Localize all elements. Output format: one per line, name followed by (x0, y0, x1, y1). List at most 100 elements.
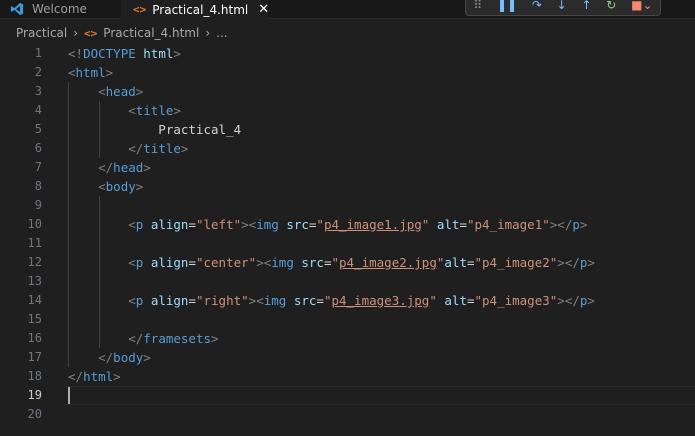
breadcrumb-folder[interactable]: Practical (16, 26, 67, 40)
code-token-bracket: < (128, 217, 136, 232)
code-line[interactable]: 5 Practical_4 (0, 120, 695, 139)
code-line[interactable]: 9 (0, 196, 695, 215)
code-token-tag: img (271, 255, 294, 270)
chevron-right-icon: › (205, 26, 211, 40)
code-token-bracket: < (68, 65, 76, 80)
step-out-icon[interactable]: ↑ (581, 0, 591, 12)
step-into-icon[interactable]: ↓ (557, 0, 567, 12)
code-token-text: = (188, 293, 196, 308)
code-text: <body> (68, 177, 143, 196)
stop-icon[interactable]: ■⌄ (631, 0, 652, 12)
vscode-logo-icon (10, 2, 24, 16)
code-token-bracket: > (587, 293, 595, 308)
current-line-highlight (64, 386, 695, 405)
line-number: 20 (27, 407, 42, 421)
code-line[interactable]: 8 <body> (0, 177, 695, 196)
code-line[interactable]: 13 (0, 272, 695, 291)
code-token-bracket: > (173, 46, 181, 61)
code-text: <head> (68, 82, 143, 101)
code-token-tag: img (256, 217, 279, 232)
step-over-icon[interactable]: ↷ (532, 0, 542, 12)
code-token-tag: framesets (143, 331, 212, 346)
code-line[interactable]: 12 <p align="center"><img src="p4_image2… (0, 253, 695, 272)
code-text: </framesets> (68, 329, 219, 348)
code-token-bracket: < (128, 255, 136, 270)
code-line[interactable]: 20 (0, 405, 695, 424)
close-icon[interactable]: ✕ (258, 2, 269, 17)
code-token-bracket: </ (98, 350, 114, 365)
code-line[interactable]: 2 <html> (0, 63, 695, 82)
code-token-attr: html (143, 46, 174, 61)
breadcrumb-file[interactable]: Practical_4.html (103, 26, 199, 40)
code-token-link[interactable]: p4_image3.jpg (331, 293, 429, 308)
drag-handle-icon[interactable]: ⠿ (473, 0, 482, 12)
code-text: </body> (68, 348, 151, 367)
code-token-bracket: > (587, 255, 595, 270)
code-token-bracket: < (98, 84, 106, 99)
code-token-bracket: > (579, 217, 588, 232)
line-number: 16 (27, 331, 42, 345)
code-token-text: = (188, 255, 196, 270)
code-token-link[interactable]: p4_image1.jpg (324, 217, 422, 232)
code-text: </title> (68, 139, 188, 158)
code-token-attr: align (150, 217, 189, 232)
code-line[interactable]: 17 </body> (0, 348, 695, 367)
code-token-text: = (316, 293, 324, 308)
line-number: 4 (34, 103, 42, 117)
code-token-tag: DOCTYPE (83, 46, 136, 61)
line-number: 19 (27, 388, 42, 402)
code-line[interactable]: 3 <head> (0, 82, 695, 101)
code-line[interactable]: 14 <p align="right"><img src="p4_image3.… (0, 291, 695, 310)
code-token-str: "center" (195, 255, 257, 270)
code-line[interactable]: 11 (0, 234, 695, 253)
line-number: 1 (34, 46, 42, 60)
code-token-str: " (331, 255, 340, 270)
code-token-str: "p4_image3" (474, 293, 558, 308)
text-cursor (68, 387, 70, 404)
breadcrumb-more[interactable]: ... (216, 26, 227, 40)
code-line[interactable]: 7 </head> (0, 158, 695, 177)
code-token-bracket: </ (68, 369, 84, 384)
line-number: 7 (34, 160, 42, 174)
code-text: <html> (68, 63, 113, 82)
code-line[interactable]: 4 <title> (0, 101, 695, 120)
code-token-str: " (429, 293, 437, 308)
code-editor[interactable]: 1 <!DOCTYPE html> 2 <html> 3 <head> 4 <title>… (0, 44, 695, 436)
code-line[interactable]: 1 <!DOCTYPE html> (0, 44, 695, 63)
code-text: Practical_4 (68, 120, 241, 139)
code-line[interactable]: 10 <p align="left"><img src="p4_image1.j… (0, 215, 695, 234)
code-token-tag: p (572, 217, 580, 232)
code-token-str: "p4_image1" (466, 217, 550, 232)
code-line[interactable]: 6 </title> (0, 139, 695, 158)
code-token-link[interactable]: p4_image2.jpg (339, 255, 437, 270)
tab-welcome-label: Welcome (32, 2, 87, 16)
code-token-bracket: < (128, 293, 136, 308)
code-token-bracket: </ (98, 160, 114, 175)
code-token-tag: body (113, 350, 144, 365)
tab-welcome[interactable]: Welcome (0, 0, 118, 18)
code-token-bracket: > (211, 331, 219, 346)
code-line[interactable]: 19 (0, 386, 695, 405)
code-line[interactable]: 15 (0, 310, 695, 329)
code-token-tag: html (83, 369, 114, 384)
code-line[interactable]: 16 </framesets> (0, 329, 695, 348)
code-token-bracket: > (557, 255, 565, 270)
restart-icon[interactable]: ↻ (606, 0, 616, 12)
code-text: <!DOCTYPE html> (68, 44, 181, 63)
code-token-bracket: > (135, 84, 144, 99)
code-token-bracket: > (143, 160, 151, 175)
breadcrumb: Practical › <> Practical_4.html › ... (0, 22, 695, 44)
code-token-bracket: > (143, 350, 151, 365)
code-token-tag: img (263, 293, 287, 308)
tab-practical-4[interactable]: <> Practical_4.html ✕ (121, 0, 269, 19)
code-token-text: = (466, 255, 475, 270)
code-token-bracket: > (173, 103, 181, 118)
code-line[interactable]: 18 </html> (0, 367, 695, 386)
code-token-text: = (466, 293, 475, 308)
pause-icon[interactable]: ❚❚ (497, 0, 517, 12)
